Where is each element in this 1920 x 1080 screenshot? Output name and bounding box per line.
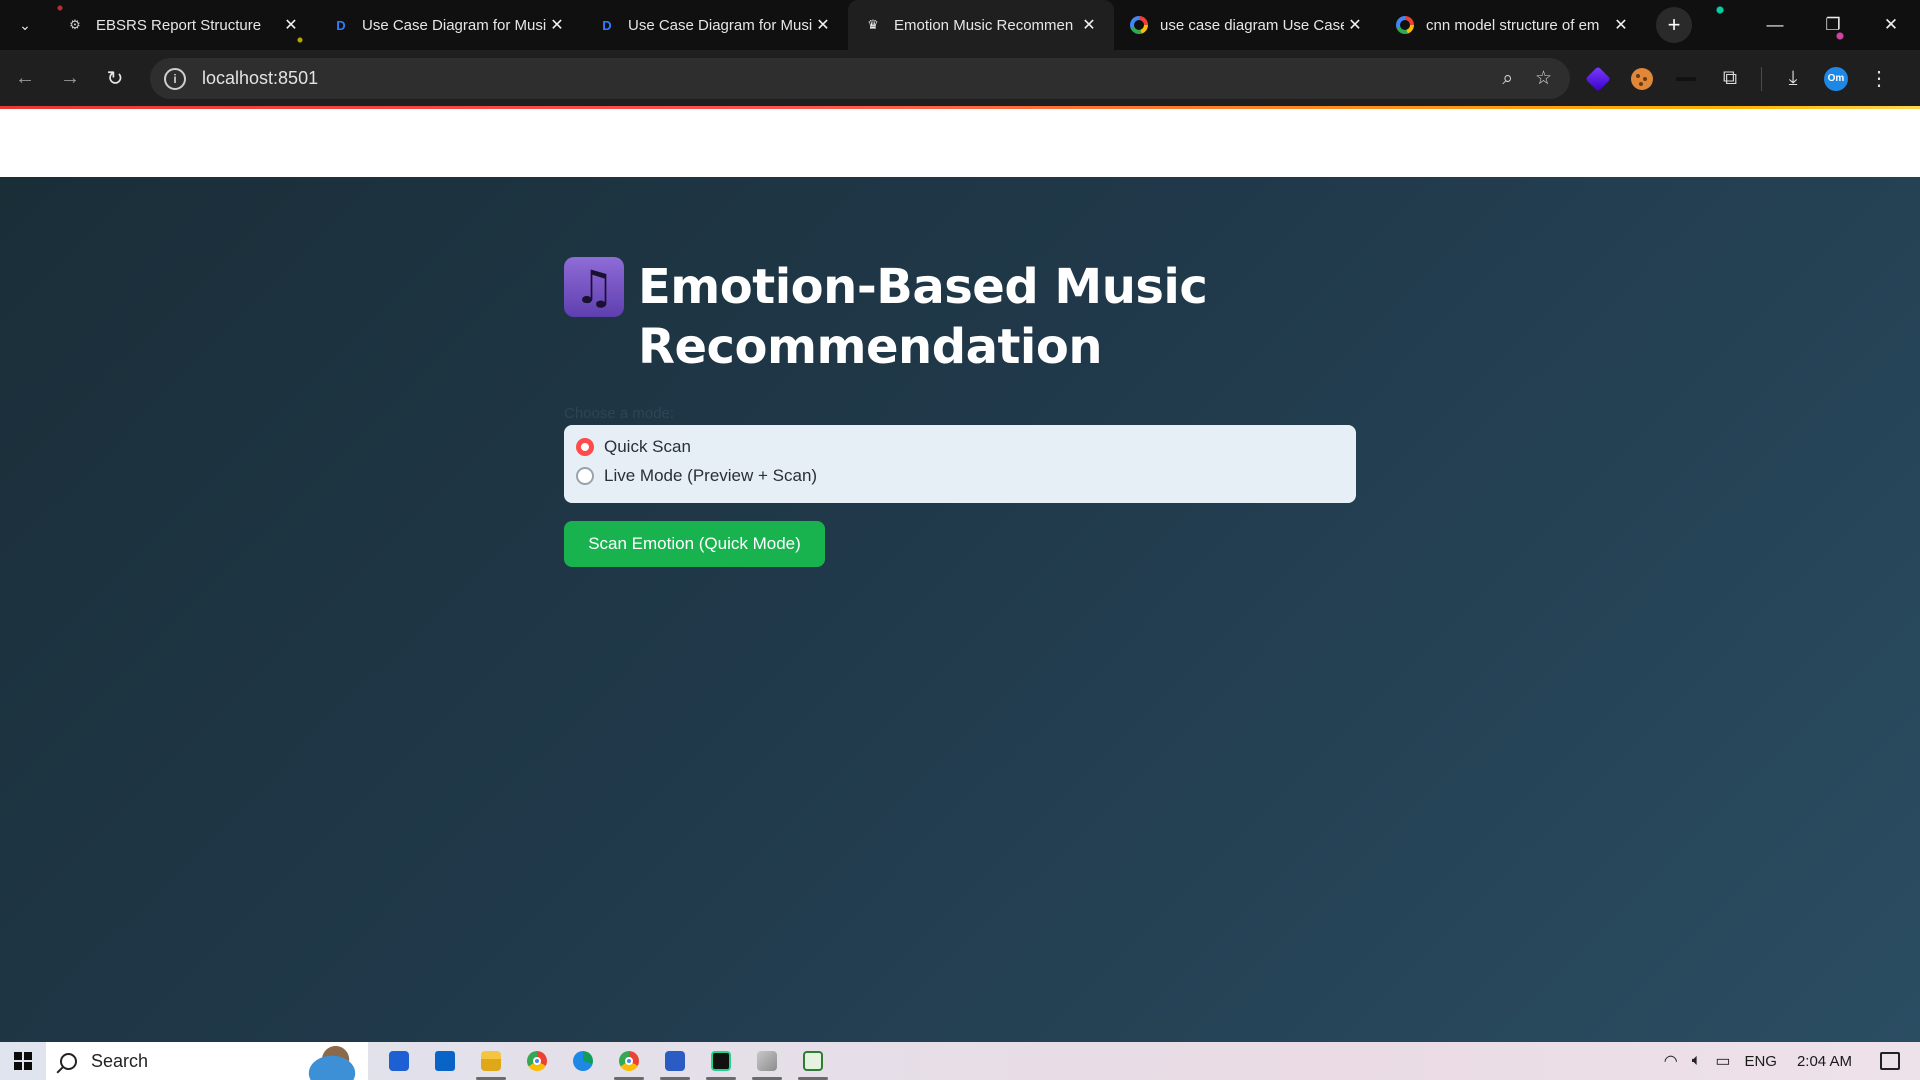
tab-title: Use Case Diagram for Musi <box>628 16 812 34</box>
radio-unchecked-icon[interactable] <box>576 466 594 485</box>
download-icon[interactable]: ⤓ <box>1780 66 1806 92</box>
store-app-icon[interactable] <box>380 1042 418 1080</box>
scan-emotion-button[interactable]: Scan Emotion (Quick Mode) <box>564 521 825 567</box>
paint-app-icon[interactable] <box>748 1042 786 1080</box>
tab-close-icon[interactable]: ✕ <box>1078 15 1100 35</box>
taskbar-search-box[interactable]: Search <box>46 1042 368 1080</box>
outlook-app-icon[interactable] <box>426 1042 464 1080</box>
purple-extension-icon[interactable] <box>1585 65 1611 92</box>
music-note-icon: ♫ <box>564 257 624 317</box>
tab-search-menu-icon[interactable]: ⌄ <box>0 0 50 50</box>
notification-icon[interactable] <box>1880 1052 1900 1070</box>
browser-toolbar: ← → ↻ i localhost:8501 ⌕ ☆ ⧉ ⤓ Om ⋮ <box>0 50 1920 107</box>
page-title-text: Emotion-Based Music Recommendation <box>638 259 1208 375</box>
restore-icon[interactable]: ❐ <box>1804 0 1862 50</box>
d-logo-icon: D <box>336 17 346 33</box>
window-controls: — ❐ ✕ <box>1746 0 1920 50</box>
search-placeholder: Search <box>91 1050 149 1071</box>
tab-close-icon[interactable]: ✕ <box>546 15 568 35</box>
battery-icon[interactable]: ▭ <box>1715 1051 1730 1071</box>
address-bar-actions: ⌕ ☆ <box>1502 58 1552 99</box>
minimize-icon[interactable]: — <box>1746 0 1804 50</box>
browser-tab-strip: ⌄ ⚙ EBSRS Report Structure ✕ D Use Case … <box>0 0 1920 50</box>
radio-label[interactable]: Live Mode (Preview + Scan) <box>604 466 817 486</box>
clock[interactable]: 2:04 AM <box>1797 1053 1852 1070</box>
profile-avatar[interactable]: Om <box>1824 66 1848 91</box>
tab-close-icon[interactable]: ✕ <box>1344 15 1366 35</box>
bookmark-star-icon[interactable]: ☆ <box>1535 67 1552 90</box>
tab-close-icon[interactable]: ✕ <box>280 15 302 35</box>
zoom-icon[interactable]: ⌕ <box>1502 68 1513 90</box>
search-highlight-illustration <box>296 1046 368 1080</box>
d-logo-icon: D <box>602 17 612 33</box>
wifi-icon[interactable]: ◠ <box>1664 1051 1678 1071</box>
tab-close-icon[interactable]: ✕ <box>812 15 834 35</box>
back-arrow-icon[interactable]: ← <box>5 59 45 99</box>
browser-tab[interactable]: cnn model structure of em ✕ <box>1380 0 1646 50</box>
gear-icon: ⚙ <box>69 17 81 32</box>
volume-icon[interactable]: 🔈︎ <box>1692 1052 1702 1070</box>
dark-extension-icon[interactable] <box>1673 66 1699 92</box>
search-icon <box>60 1052 77 1070</box>
puzzle-extensions-icon[interactable]: ⧉ <box>1717 66 1743 92</box>
taskbar-apps <box>380 1042 832 1080</box>
radio-checked-icon[interactable] <box>576 437 594 456</box>
browser-tab[interactable]: D Use Case Diagram for Musi ✕ <box>582 0 848 50</box>
more-menu-icon[interactable]: ⋮ <box>1866 66 1892 92</box>
tab-close-icon[interactable]: ✕ <box>1610 15 1632 35</box>
chrome-app-icon[interactable] <box>518 1042 556 1080</box>
cookie-extension-icon[interactable] <box>1629 66 1655 92</box>
windows-taskbar: Search ◠ 🔈︎ ▭ ENG 2:04 AM <box>0 1042 1920 1080</box>
tab-title: Use Case Diagram for Musi <box>362 16 546 34</box>
close-window-icon[interactable]: ✕ <box>1862 0 1920 50</box>
tab-title: cnn model structure of em <box>1426 16 1600 34</box>
browser-tab[interactable]: D Use Case Diagram for Musi ✕ <box>316 0 582 50</box>
tab-title: Emotion Music Recommen <box>894 16 1074 34</box>
radio-live-mode[interactable]: Live Mode (Preview + Scan) <box>576 464 1344 487</box>
spreadsheet-app-icon[interactable] <box>794 1042 832 1080</box>
app-main-area: ♫ Emotion-Based Music Recommendation Cho… <box>0 177 1920 1042</box>
tab-title: use case diagram Use Case <box>1160 16 1344 34</box>
address-bar[interactable]: i localhost:8501 ⌕ ☆ <box>150 58 1570 99</box>
url-text[interactable]: localhost:8501 <box>202 68 318 89</box>
browser-tab[interactable]: use case diagram Use Case ✕ <box>1114 0 1380 50</box>
chrome-profile-app-icon[interactable] <box>610 1042 648 1080</box>
app-header-bar <box>0 109 1920 177</box>
system-tray: ◠ 🔈︎ ▭ ENG 2:04 AM <box>1664 1042 1920 1080</box>
google-icon <box>1396 16 1414 34</box>
crown-icon: ♛ <box>867 17 879 32</box>
radio-label[interactable]: Quick Scan <box>604 437 691 457</box>
toolbar-divider <box>1761 66 1762 91</box>
site-info-icon[interactable]: i <box>164 67 186 90</box>
windows-start-icon[interactable] <box>0 1042 46 1080</box>
page-title: ♫ Emotion-Based Music Recommendation <box>564 257 1356 377</box>
extensions-row: ⧉ ⤓ Om ⋮ <box>1585 50 1892 107</box>
browser-tab[interactable]: ⚙ EBSRS Report Structure ✕ <box>50 0 316 50</box>
reload-icon[interactable]: ↻ <box>95 59 135 99</box>
pycharm-app-icon[interactable] <box>702 1042 740 1080</box>
word-app-icon[interactable] <box>656 1042 694 1080</box>
new-tab-button[interactable]: + <box>1656 7 1692 43</box>
google-icon <box>1130 16 1148 34</box>
language-indicator[interactable]: ENG <box>1744 1053 1777 1070</box>
browser-tab-active[interactable]: ♛ Emotion Music Recommen ✕ <box>848 0 1114 50</box>
app-content: ♫ Emotion-Based Music Recommendation Cho… <box>564 257 1356 567</box>
edge-app-icon[interactable] <box>564 1042 602 1080</box>
mode-label: Choose a mode: <box>564 405 675 422</box>
tab-title: EBSRS Report Structure <box>96 16 262 34</box>
file-explorer-icon[interactable] <box>472 1042 510 1080</box>
radio-quick-scan[interactable]: Quick Scan <box>576 435 1344 458</box>
mode-radio-group: Quick Scan Live Mode (Preview + Scan) <box>564 425 1356 503</box>
forward-arrow-icon[interactable]: → <box>50 59 90 99</box>
